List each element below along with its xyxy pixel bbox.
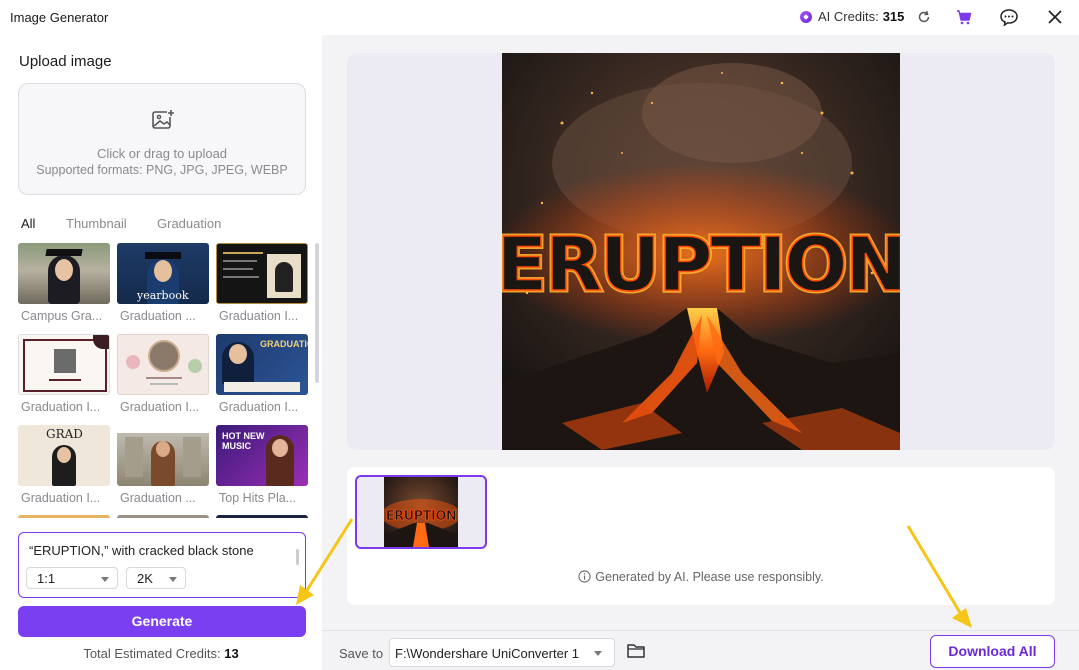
ai-credits: AI Credits: 315	[800, 9, 904, 24]
template-caption: Campus Gra...	[21, 309, 103, 323]
template-thumbnail: HOT NEW MUSIC	[216, 425, 308, 486]
prompt-input[interactable]: “ERUPTION,” with cracked black stone 1:1…	[18, 532, 306, 598]
folder-icon[interactable]	[626, 642, 646, 660]
save-path-select[interactable]: F:\Wondershare UniConverter 1	[389, 638, 615, 667]
aspect-ratio-select[interactable]: 1:1	[26, 567, 118, 589]
eruption-artwork: ERUPTION ERUPTION	[502, 53, 900, 450]
aspect-ratio-value: 1:1	[37, 571, 56, 586]
close-icon[interactable]	[1045, 7, 1065, 27]
template-caption: Graduation I...	[219, 309, 299, 323]
generate-button[interactable]: Generate	[18, 606, 306, 637]
credits-icon	[800, 10, 812, 23]
template-card[interactable]: GRADUATION Graduation I...	[216, 334, 308, 414]
total-credits: Total Estimated Credits: 13	[0, 646, 322, 661]
right-panel: ERUPTION ERUPTION ERUPTION Generated by …	[322, 35, 1079, 670]
template-thumbnail: GRAD	[18, 425, 110, 486]
template-grid: Campus Gra... yearbook Graduation ... Gr…	[18, 243, 310, 518]
template-thumbnail	[117, 425, 209, 486]
template-card[interactable]: Graduation I...	[117, 334, 209, 414]
total-credits-value: 13	[224, 646, 239, 661]
artwork-title-text: ERUPTION	[502, 222, 900, 308]
template-thumbnail	[117, 334, 209, 395]
template-caption: Graduation ...	[120, 309, 196, 323]
download-all-button[interactable]: Download All	[930, 635, 1055, 668]
total-credits-label: Total Estimated Credits:	[83, 646, 221, 661]
info-icon	[578, 570, 591, 583]
result-thumbnail-image: ERUPTION	[384, 477, 458, 547]
template-thumbnail	[18, 334, 110, 395]
template-thumbnail	[216, 243, 308, 304]
template-caption: Graduation I...	[21, 400, 101, 414]
upload-formats: Supported formats: PNG, JPG, JPEG, WEBP	[36, 163, 288, 177]
upload-dropzone[interactable]: Click or drag to upload Supported format…	[18, 83, 306, 195]
title-bar: Image Generator AI Credits: 315	[0, 0, 1079, 35]
template-card[interactable]: Graduation I...	[216, 243, 308, 323]
results-strip: ERUPTION Generated by AI. Please use res…	[347, 467, 1055, 605]
template-card[interactable]: Graduation ...	[117, 425, 209, 505]
template-caption: Top Hits Pla...	[219, 491, 297, 505]
ai-disclaimer: Generated by AI. Please use responsibly.	[347, 570, 1055, 584]
cart-icon[interactable]	[954, 7, 974, 27]
tab-all[interactable]: All	[21, 216, 35, 231]
resolution-select[interactable]: 2K	[126, 567, 186, 589]
upload-hint: Click or drag to upload	[96, 146, 228, 161]
prompt-text[interactable]: “ERUPTION,” with cracked black stone	[29, 543, 254, 558]
template-card[interactable]: HOT NEW MUSIC Top Hits Pla...	[216, 425, 308, 505]
tab-thumbnail[interactable]: Thumbnail	[66, 216, 127, 231]
generated-image[interactable]: ERUPTION ERUPTION	[502, 53, 900, 450]
credits-label: AI Credits:	[818, 9, 879, 24]
left-panel: Upload image Click or drag to upload Sup…	[0, 35, 322, 670]
chevron-down-icon	[169, 577, 177, 582]
template-card[interactable]: Graduation I...	[18, 334, 110, 414]
save-to-label: Save to	[339, 646, 384, 661]
template-thumbnail: GRADUATION	[216, 334, 308, 395]
template-caption: Graduation I...	[219, 400, 299, 414]
template-caption: Graduation ...	[120, 491, 196, 505]
bottom-bar: Save to F:\Wondershare UniConverter 1 Do…	[322, 630, 1079, 670]
templates-scrollbar[interactable]	[315, 243, 319, 383]
chevron-down-icon	[101, 577, 109, 582]
chevron-down-icon	[594, 651, 602, 656]
tab-graduation[interactable]: Graduation	[157, 216, 221, 231]
refresh-icon[interactable]	[915, 8, 933, 26]
prompt-scrollbar[interactable]	[296, 549, 299, 565]
upload-heading: Upload image	[19, 53, 112, 70]
template-card[interactable]: Campus Gra...	[18, 243, 110, 323]
add-image-icon	[152, 109, 175, 129]
resolution-value: 2K	[137, 571, 153, 586]
chat-icon[interactable]	[999, 7, 1019, 27]
template-caption: Graduation I...	[21, 491, 101, 505]
ai-disclaimer-text: Generated by AI. Please use responsibly.	[595, 570, 824, 584]
template-caption: Graduation I...	[120, 400, 200, 414]
app-title: Image Generator	[10, 10, 109, 25]
template-card[interactable]: yearbook Graduation ...	[117, 243, 209, 323]
template-thumbnail	[18, 243, 110, 304]
credits-value: 315	[882, 9, 905, 24]
save-path-value: F:\Wondershare UniConverter 1	[395, 646, 580, 661]
template-card[interactable]: GRAD Graduation I...	[18, 425, 110, 505]
preview-area: ERUPTION ERUPTION	[347, 53, 1055, 450]
thumbnail-word: ERUPTION	[386, 509, 457, 524]
result-thumbnail-selected[interactable]: ERUPTION	[355, 475, 487, 549]
template-thumbnail: yearbook	[117, 243, 209, 304]
